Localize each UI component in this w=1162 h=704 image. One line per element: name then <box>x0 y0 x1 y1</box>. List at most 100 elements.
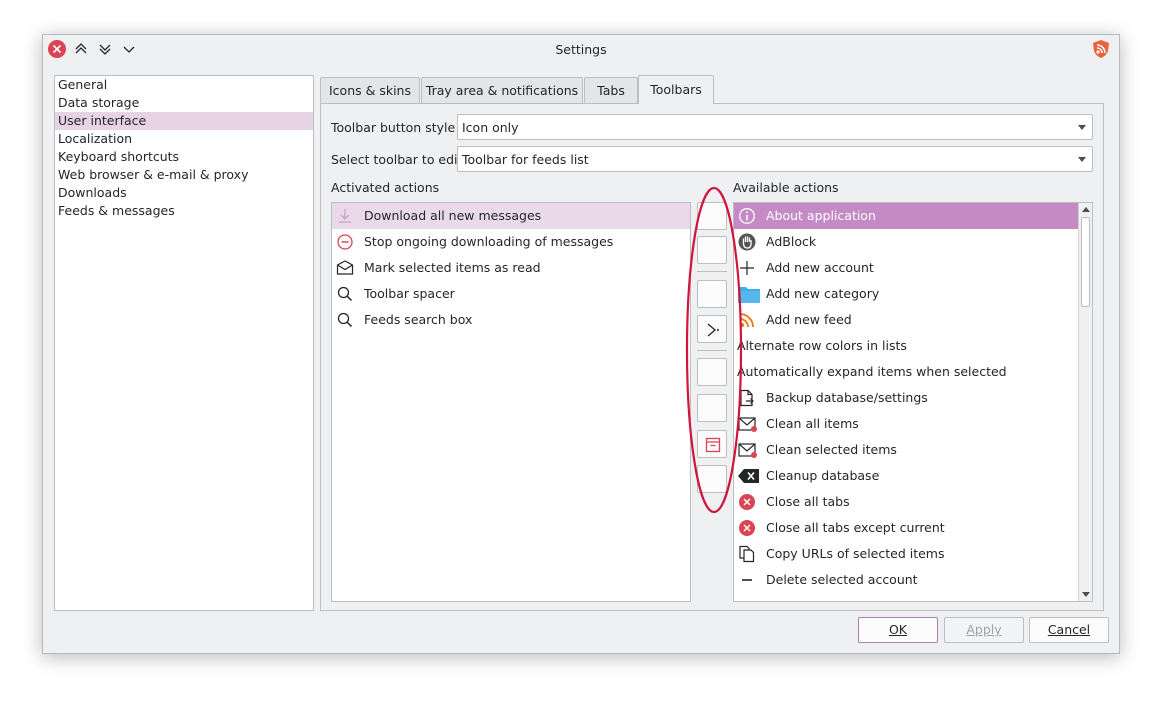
available-item[interactable]: Close all tabs <box>734 489 1092 515</box>
title-bar: Settings <box>43 35 1119 63</box>
available-item[interactable]: Add new category <box>734 281 1092 307</box>
mail-clean-icon <box>738 415 757 433</box>
chevron-down-icon <box>1078 157 1086 162</box>
available-item[interactable]: Add new account <box>734 255 1092 281</box>
available-item-label: Close all tabs except current <box>766 520 945 535</box>
activated-item[interactable]: Feeds search box <box>332 307 690 333</box>
activated-actions-list[interactable]: Download all new messages Stop ongoing d… <box>331 202 691 602</box>
move-down-button[interactable] <box>697 236 727 264</box>
category-list: General Data storage User interface Loca… <box>54 75 314 611</box>
activated-item-label: Toolbar spacer <box>364 286 455 301</box>
available-item-label: Add new account <box>766 260 874 275</box>
activated-item[interactable]: Stop ongoing downloading of messages <box>332 229 690 255</box>
tab-toolbars[interactable]: Toolbars <box>638 75 714 104</box>
available-item[interactable]: Alternate row colors in lists <box>734 333 1092 359</box>
available-item-label: Add new feed <box>766 312 852 327</box>
activated-item-label: Download all new messages <box>364 208 542 223</box>
tab-tray-notifications[interactable]: Tray area & notifications <box>421 77 583 103</box>
category-downloads[interactable]: Downloads <box>55 184 313 202</box>
apply-button-label: Apply <box>966 622 1002 637</box>
available-item[interactable]: Close all tabs except current <box>734 515 1092 541</box>
document-export-icon <box>738 389 756 407</box>
available-actions-label: Available actions <box>733 180 839 195</box>
delete-action-button[interactable] <box>697 358 727 386</box>
ok-button-label: OK <box>888 622 908 637</box>
available-item[interactable]: Add new feed <box>734 307 1092 333</box>
activated-item[interactable]: Download all new messages <box>332 203 690 229</box>
category-localization[interactable]: Localization <box>55 130 313 148</box>
available-item-label: Automatically expand items when selected <box>737 364 1007 379</box>
insert-separator-button[interactable] <box>697 315 727 343</box>
available-item[interactable]: Copy URLs of selected items <box>734 541 1092 567</box>
category-user-interface[interactable]: User interface <box>55 112 313 130</box>
tab-icons-skins[interactable]: Icons & skins <box>320 77 420 103</box>
separator <box>697 350 727 351</box>
available-actions-list[interactable]: About application AdBlock Add new accoun… <box>733 202 1093 602</box>
delete-all-button[interactable] <box>697 394 727 422</box>
available-item[interactable]: Delete selected account <box>734 567 1092 593</box>
hand-icon <box>738 233 756 251</box>
available-scrollbar[interactable] <box>1078 203 1092 601</box>
apply-button[interactable]: Apply <box>944 617 1024 643</box>
stop-icon <box>336 233 354 251</box>
category-web-browser[interactable]: Web browser & e-mail & proxy <box>55 166 313 184</box>
category-general[interactable]: General <box>55 76 313 94</box>
reset-toolbar-button[interactable] <box>697 430 727 458</box>
toolbar-style-label: Toolbar button style <box>331 120 456 135</box>
insert-separator-icon <box>707 323 719 337</box>
available-item[interactable]: AdBlock <box>734 229 1092 255</box>
available-item[interactable]: Clean all items <box>734 411 1092 437</box>
available-item-label: Clean selected items <box>766 442 897 457</box>
available-item[interactable]: About application <box>734 203 1078 229</box>
available-item-label: Copy URLs of selected items <box>766 546 945 561</box>
close-circle-icon <box>738 519 756 537</box>
move-up-button[interactable] <box>697 202 727 230</box>
window-title: Settings <box>555 42 607 57</box>
rss-icon <box>738 311 756 329</box>
chevron-down-icon <box>1078 125 1086 130</box>
toolbar-style-combo[interactable]: Icon only <box>457 114 1093 140</box>
available-item-label: About application <box>766 208 876 223</box>
scrollbar-thumb[interactable] <box>1081 217 1090 307</box>
ok-button[interactable]: OK <box>858 617 938 643</box>
available-item-label: Clean all items <box>766 416 859 431</box>
select-toolbar-label: Select toolbar to edit <box>331 152 463 167</box>
scroll-up-icon[interactable] <box>1082 207 1090 212</box>
add-action-button[interactable] <box>697 280 727 308</box>
mail-clean-icon <box>738 441 757 459</box>
default-toolbar-button[interactable] <box>697 465 727 493</box>
activated-item[interactable]: Toolbar spacer <box>332 281 690 307</box>
available-item[interactable]: Cleanup database <box>734 463 1092 489</box>
category-keyboard-shortcuts[interactable]: Keyboard shortcuts <box>55 148 313 166</box>
minus-icon <box>738 571 756 589</box>
plus-icon <box>738 259 756 277</box>
info-icon <box>738 207 756 225</box>
available-item-label: Add new category <box>766 286 880 301</box>
available-item[interactable]: Automatically expand items when selected <box>734 359 1092 385</box>
activated-actions-label: Activated actions <box>331 180 440 195</box>
tab-tabs[interactable]: Tabs <box>584 77 638 103</box>
toolbars-panel: Toolbar button style Icon only Select to… <box>320 103 1104 611</box>
available-item-label: Delete selected account <box>766 572 918 587</box>
search-icon <box>336 285 354 303</box>
select-toolbar-combo[interactable]: Toolbar for feeds list <box>457 146 1093 172</box>
close-circle-icon <box>738 493 756 511</box>
settings-window: Settings General Data storage User inter… <box>42 34 1120 654</box>
available-item-label: Alternate row colors in lists <box>737 338 907 353</box>
available-item-label: Backup database/settings <box>766 390 928 405</box>
copy-icon <box>738 545 756 563</box>
search-icon <box>336 311 354 329</box>
toolbar-style-value: Icon only <box>462 120 519 135</box>
backspace-icon <box>738 467 759 485</box>
activated-item[interactable]: Mark selected items as read <box>332 255 690 281</box>
cancel-button[interactable]: Cancel <box>1029 617 1109 643</box>
scroll-down-icon[interactable] <box>1082 592 1090 597</box>
available-item[interactable]: Clean selected items <box>734 437 1092 463</box>
available-item[interactable]: Backup database/settings <box>734 385 1092 411</box>
available-item-label: Close all tabs <box>766 494 850 509</box>
category-data-storage[interactable]: Data storage <box>55 94 313 112</box>
available-item-label: Cleanup database <box>766 468 880 483</box>
activated-item-label: Mark selected items as read <box>364 260 541 275</box>
envelope-icon <box>336 259 354 277</box>
category-feeds-messages[interactable]: Feeds & messages <box>55 202 313 220</box>
